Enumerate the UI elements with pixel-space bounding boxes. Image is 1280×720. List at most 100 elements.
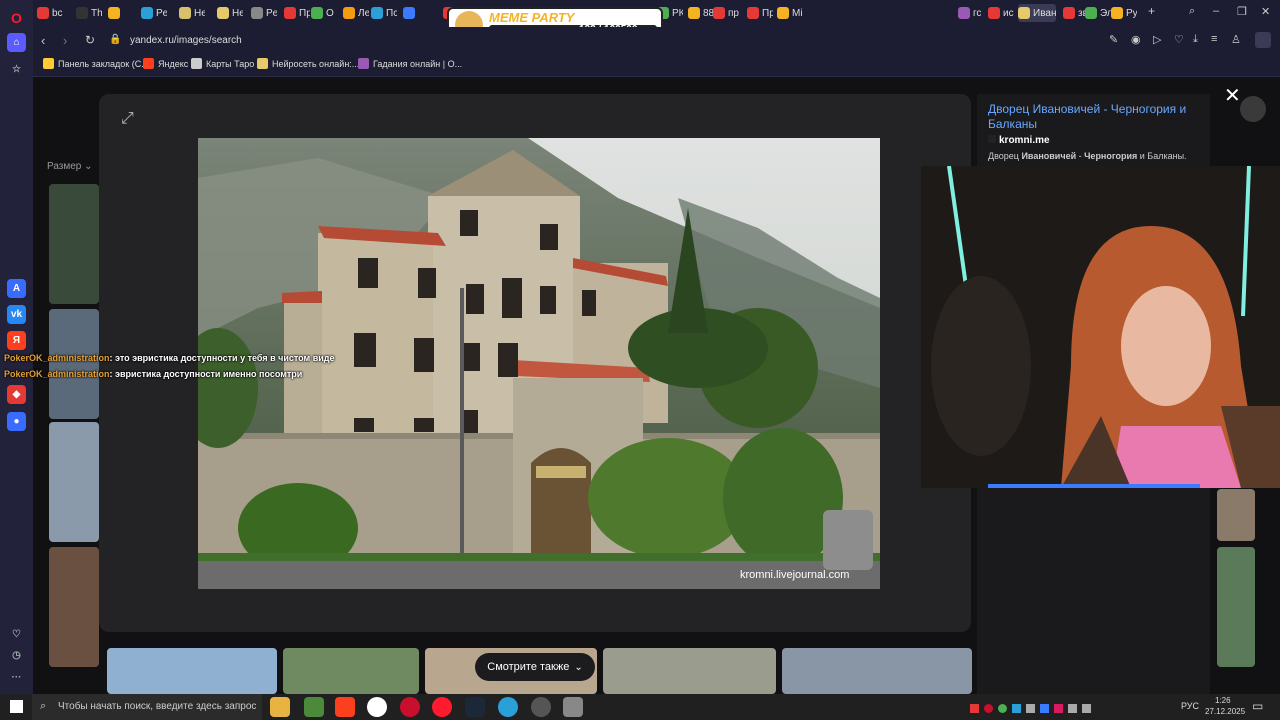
vk-icon[interactable]: vk — [7, 305, 26, 324]
extension-icon[interactable] — [1255, 32, 1271, 48]
store-icon[interactable] — [304, 697, 324, 717]
image-title-link[interactable]: Дворец Ивановичей - Черногория и Балканы — [988, 102, 1198, 132]
camera-icon[interactable]: ◉ — [1131, 33, 1141, 46]
bookmark-label: Нейросеть онлайн:... — [272, 58, 360, 69]
bookmark-item[interactable]: Гадания онлайн | О... — [358, 58, 462, 69]
restore-icon[interactable]: ❐ — [1237, 5, 1247, 18]
steam-icon[interactable] — [465, 697, 485, 717]
system-tray-icons[interactable] — [970, 702, 1120, 713]
back-icon[interactable]: ‹ — [41, 33, 45, 48]
browser-tab[interactable]: bc — [37, 4, 63, 22]
palace-image: kromni.livejournal.com — [198, 138, 880, 589]
tab-label: Pe — [156, 7, 167, 19]
opera-logo-icon[interactable]: O — [7, 8, 26, 27]
new-tab-icon[interactable]: + — [1148, 4, 1155, 18]
home-icon[interactable]: ⌂ — [7, 33, 26, 52]
tab-favicon-icon — [311, 7, 323, 19]
related-thumb[interactable] — [283, 648, 419, 694]
avatar[interactable] — [1240, 96, 1266, 122]
see-also-button[interactable]: Смотрите также ⌄ — [475, 653, 595, 681]
webcam-overlay — [921, 166, 1280, 488]
browser-tab[interactable]: Пс — [371, 4, 397, 22]
obs-icon[interactable] — [531, 697, 551, 717]
messenger-icon[interactable]: ● — [7, 412, 26, 431]
related-thumb[interactable] — [782, 648, 972, 694]
clock-time[interactable]: 1:26 — [1215, 696, 1231, 705]
opera-gx-icon[interactable] — [432, 697, 452, 717]
close-icon[interactable]: ✕ — [1224, 83, 1241, 108]
browser-tab[interactable]: Не — [217, 4, 243, 22]
yandex-icon[interactable] — [335, 697, 355, 717]
windows-start-icon[interactable] — [10, 700, 23, 713]
browser-tab[interactable]: Не — [179, 4, 205, 22]
bookmark-item[interactable]: Нейросеть онлайн:... — [257, 58, 359, 69]
tab-favicon-icon — [284, 7, 296, 19]
bookmark-item[interactable]: Панель закладок (С... — [43, 58, 149, 69]
history-icon[interactable]: ◷ — [7, 646, 26, 665]
bookmark-item[interactable]: Карты Таро — [191, 58, 254, 69]
reload-icon[interactable]: ↻ — [85, 33, 95, 47]
browser-tab[interactable]: Эл — [1085, 4, 1111, 22]
tab-label: Пс — [386, 7, 397, 19]
browser-tab[interactable]: Th — [76, 4, 102, 22]
url-field[interactable]: yandex.ru/images/search — [130, 35, 242, 46]
clock-date[interactable]: 27.12.2025 — [1205, 707, 1245, 716]
language-indicator[interactable]: РУС — [1181, 701, 1199, 711]
browser-tab[interactable]: Ле — [343, 4, 369, 22]
download-icon[interactable]: ⤓ — [1193, 33, 1198, 46]
browser-tab[interactable]: 88 — [688, 4, 714, 22]
window-close-icon[interactable]: ✕ — [1261, 5, 1270, 18]
profile-icon[interactable]: ♙ — [1231, 33, 1241, 46]
forward-icon[interactable]: › — [63, 33, 67, 48]
yandex-icon[interactable]: Я — [7, 331, 26, 350]
aria-icon[interactable]: A — [7, 279, 26, 298]
bg-thumb[interactable] — [1217, 489, 1255, 541]
size-filter[interactable]: Размер ⌄ — [47, 161, 93, 172]
browser-tab[interactable]: Пр — [284, 4, 310, 22]
browser-tab[interactable]: Мi — [777, 4, 803, 22]
browser-tab[interactable] — [403, 4, 429, 22]
tab-favicon-icon — [343, 7, 355, 19]
yandex-browser-icon[interactable] — [367, 697, 387, 717]
app-icon[interactable]: ◆ — [7, 385, 26, 404]
bg-thumb[interactable] — [49, 309, 99, 419]
bg-thumb[interactable] — [49, 184, 99, 304]
related-thumb[interactable] — [107, 648, 277, 694]
app-icon[interactable] — [563, 697, 583, 717]
heart-icon[interactable]: ♡ — [1174, 33, 1184, 46]
browser-tab[interactable]: Pe — [251, 4, 277, 22]
browser-tab[interactable] — [108, 4, 134, 22]
search-icon[interactable]: ⌕ — [1189, 5, 1195, 18]
tab-label: Pe — [266, 7, 277, 19]
source-site[interactable]: kromni.me — [988, 135, 1050, 146]
edit-icon[interactable]: ✎ — [1109, 33, 1118, 46]
notification-icon[interactable]: ▭ — [1252, 699, 1263, 713]
minimize-icon[interactable]: – — [1213, 5, 1219, 17]
browser-tab[interactable]: пр — [713, 4, 739, 22]
expand-icon[interactable]: ⤢ — [121, 110, 134, 128]
bg-thumb[interactable] — [49, 547, 99, 667]
bookmark-item[interactable]: Яндекс — [143, 58, 188, 69]
opera-icon[interactable] — [400, 697, 420, 717]
browser-tab[interactable]: ис — [988, 4, 1014, 22]
menu-icon[interactable]: ≡ — [1211, 33, 1217, 45]
bg-thumb[interactable] — [1217, 547, 1255, 667]
browser-tab[interactable]: Pe — [141, 4, 167, 22]
tab-favicon-icon — [371, 7, 383, 19]
browser-tab[interactable]: О — [311, 4, 337, 22]
heart-icon[interactable]: ♡ — [7, 625, 26, 644]
main-photo[interactable]: kromni.livejournal.com — [198, 138, 880, 589]
file-explorer-icon[interactable] — [270, 697, 290, 717]
browser-tab[interactable]: Пр — [747, 4, 773, 22]
tab-label: Пр — [299, 7, 310, 19]
related-thumb[interactable] — [603, 648, 776, 694]
star-icon[interactable]: ☆ — [7, 60, 26, 79]
taskbar-search[interactable]: ⌕ Чтобы начать поиск, введите здесь запр… — [32, 694, 262, 720]
more-icon[interactable]: ··· — [7, 668, 26, 687]
play-icon[interactable]: ▷ — [1153, 33, 1161, 46]
browser-tab[interactable]: гс — [958, 4, 984, 22]
bg-thumb[interactable] — [49, 422, 99, 542]
telegram-icon[interactable] — [498, 697, 518, 717]
browser-tab[interactable]: Ру — [1111, 4, 1137, 22]
browser-tab[interactable]: Иван — [1018, 4, 1056, 22]
